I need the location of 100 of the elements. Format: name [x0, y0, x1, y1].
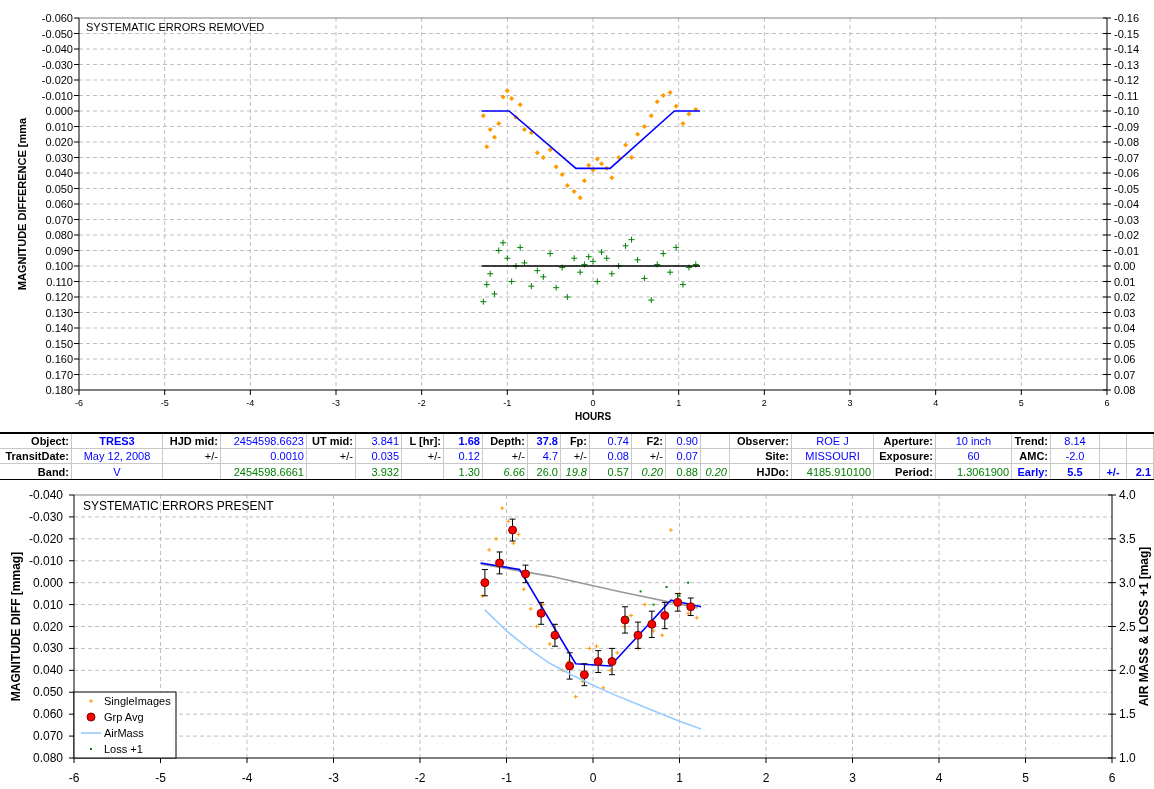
axis-tick-label: -0.02 — [1114, 229, 1140, 241]
table-cell: -2.0 — [1051, 449, 1100, 464]
axis-tick-label: 1 — [676, 398, 682, 408]
axis-tick-label: 0.150 — [45, 337, 73, 350]
axis-tick-label: 4 — [935, 771, 943, 785]
axis-tick-label: -0.16 — [1114, 12, 1140, 24]
axis-tick-label: 0.02 — [1114, 291, 1136, 303]
table-cell: 0.20 — [632, 464, 666, 479]
axis-title: MAGNITUDE DIFFERENCE [mma — [16, 117, 28, 291]
axis-tick-label: 0.140 — [45, 322, 73, 334]
axis-tick-label: 0.180 — [45, 384, 73, 396]
axis-tick-label: 1.0 — [1119, 751, 1136, 765]
field-label: Band: — [0, 464, 72, 479]
table-cell: May 12, 2008 — [72, 449, 163, 464]
axis-tick-label: -0.010 — [41, 89, 73, 102]
table-cell: 1.3061900 — [936, 464, 1012, 479]
table-cell: 6.66 — [483, 464, 528, 479]
axis-tick-label: 2 — [761, 398, 767, 408]
axis-tick-label: 0.090 — [45, 244, 73, 257]
axis-tick-label: 0.030 — [32, 641, 63, 656]
axis-tick-label: 0.04 — [1114, 322, 1136, 334]
axis-tick-label: 6 — [1108, 771, 1116, 785]
axis-tick-label: 0.040 — [45, 167, 73, 179]
field-label: +/- — [561, 449, 590, 464]
axis-tick-label: -2 — [417, 398, 426, 408]
field-label: HJD mid: — [163, 434, 221, 449]
axis-tick-label: -6 — [68, 771, 80, 785]
axis-tick-label: 5 — [1022, 771, 1029, 785]
axis-tick-label: 0.01 — [1114, 275, 1136, 288]
legend-label: Grp Avg — [104, 711, 144, 723]
axis-tick-label: -0.08 — [1114, 136, 1140, 148]
axis-tick-label: 0.160 — [45, 353, 73, 365]
axis-tick-label: -0.09 — [1114, 120, 1140, 133]
axis-tick-label: 0.020 — [45, 136, 73, 148]
axis-tick-label: 0.000 — [32, 575, 63, 590]
axis-title: MAGNITUDE DIFF [mmag] — [9, 551, 23, 702]
table-cell: 0.20 — [701, 464, 730, 479]
axis-title: AIR MASS & LOSS +1 [mag] — [1137, 546, 1151, 707]
table-cell: V — [72, 464, 163, 479]
table-cell: TRES3 — [72, 434, 163, 449]
axis-tick-label: -0.010 — [28, 553, 63, 568]
axis-title: HOURS — [574, 411, 612, 422]
axis-tick-label: 0.080 — [45, 229, 73, 241]
axis-tick-label: 0.100 — [45, 260, 73, 272]
chart-title: SYSTEMATIC ERRORS REMOVED — [86, 21, 265, 33]
axis-tick-label: 5 — [1018, 398, 1024, 408]
table-cell: 2454598.6623 — [221, 434, 307, 449]
field-label: TransitDate: — [0, 449, 72, 464]
axis-tick-label: 0.05 — [1114, 337, 1136, 350]
axis-tick-label: -2 — [414, 771, 426, 785]
axis-tick-label: 0.010 — [45, 120, 73, 133]
field-label: +/- — [632, 449, 666, 464]
table-cell: 0.035 — [356, 449, 402, 464]
axis-tick-label: -3 — [332, 398, 340, 408]
axis-tick-label: 4.0 — [1119, 488, 1136, 502]
table-cell: 1.30 — [444, 464, 483, 479]
axis-tick-label: 0.050 — [32, 685, 63, 700]
axis-tick-label: 3.5 — [1119, 531, 1136, 546]
field-label: +/- — [483, 449, 528, 464]
field-label: Exposure: — [874, 449, 936, 464]
field-label: Trend: — [1012, 434, 1051, 449]
axis-tick-label: -0.040 — [28, 488, 63, 502]
table-cell: 5.5 — [1051, 464, 1100, 479]
axis-tick-label: -0.05 — [1114, 182, 1140, 195]
axis-tick-label: -0.050 — [41, 27, 73, 40]
axis-tick-label: 0.040 — [32, 663, 63, 678]
axis-tick-label: 0.010 — [32, 597, 63, 612]
axis-tick-label: 0 — [589, 771, 597, 785]
axis-tick-label: 1.5 — [1119, 707, 1136, 722]
axis-tick-label: 0.050 — [45, 182, 73, 195]
axis-tick-label: 0.110 — [46, 275, 73, 288]
table-cell: 0.08 — [590, 449, 632, 464]
axis-tick-label: -0.06 — [1114, 167, 1140, 179]
axis-tick-label: -4 — [241, 771, 253, 785]
axis-tick-label: 2.5 — [1119, 619, 1136, 634]
axis-tick-label: -0.030 — [28, 509, 63, 524]
axis-tick-label: -1 — [501, 771, 512, 785]
field-label: +/- — [307, 449, 356, 464]
axis-tick-label: 0.170 — [45, 368, 73, 381]
legend-label: Loss +1 — [104, 743, 143, 755]
axis-tick-label: 0.070 — [45, 213, 73, 226]
table-cell: 19.8 — [561, 464, 590, 479]
axis-tick-label: -0.07 — [1114, 151, 1140, 164]
axis-tick-label: 0.060 — [45, 198, 73, 210]
axis-tick-label: 0.000 — [45, 105, 73, 117]
axis-tick-label: 0.020 — [32, 619, 63, 634]
chart-title: SYSTEMATIC ERRORS PRESENT — [83, 499, 274, 513]
field-label: Depth: — [483, 434, 528, 449]
axis-tick-label: 0.03 — [1114, 306, 1136, 319]
axis-tick-label: -5 — [155, 771, 166, 785]
table-cell: 4185.910100 — [792, 464, 874, 479]
axis-tick-label: 2 — [762, 771, 770, 785]
table-cell: 10 inch — [936, 434, 1012, 449]
table-cell: 0.88 — [666, 464, 701, 479]
axis-tick-label: -0.12 — [1114, 74, 1140, 86]
table-cell: 0.74 — [590, 434, 632, 449]
table-cell: 8.14 — [1051, 434, 1100, 449]
field-label: HJDo: — [730, 464, 792, 479]
axis-tick-label: -0.03 — [1114, 213, 1140, 226]
table-cell: 2.1 — [1127, 464, 1154, 479]
